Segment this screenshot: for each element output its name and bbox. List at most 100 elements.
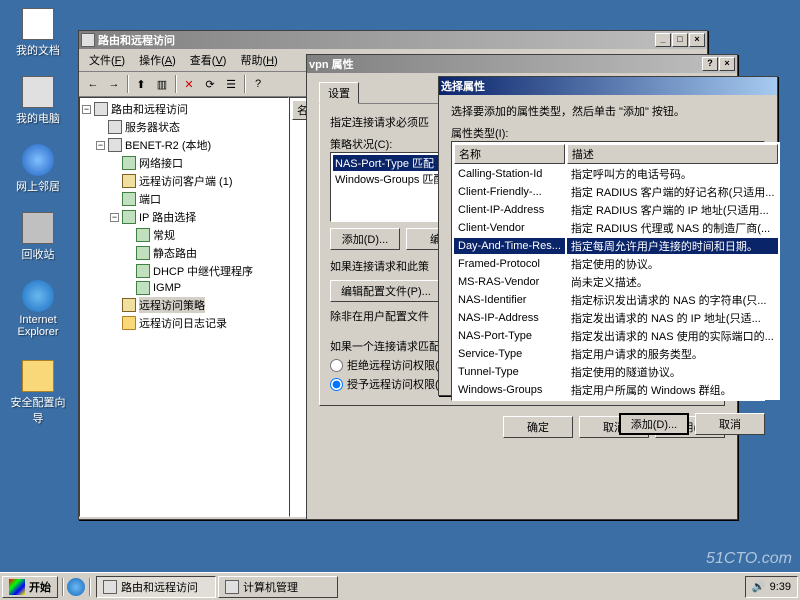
attr-desc: 指定使用的隧道协议。 — [567, 364, 779, 380]
menu-file[interactable]: 文件(F) — [83, 51, 131, 69]
tree-node[interactable]: 远程访问客户端 (1) — [82, 172, 286, 190]
table-row[interactable]: NAS-IP-Address指定发出请求的 NAS 的 IP 地址(只适... — [454, 310, 778, 326]
attr-name: Day-And-Time-Res... — [454, 238, 565, 254]
column-desc[interactable]: 描述 — [567, 144, 779, 164]
table-row[interactable]: NAS-Identifier指定标识发出请求的 NAS 的字符串(只... — [454, 292, 778, 308]
close-button[interactable]: × — [719, 57, 735, 71]
show-hide-button[interactable]: ▥ — [152, 74, 172, 94]
icon-label: 安全配置向导 — [8, 394, 68, 426]
computer-icon — [22, 76, 54, 108]
table-row[interactable]: Client-Friendly-...指定 RADIUS 客户端的好记名称(只适… — [454, 184, 778, 200]
attr-desc: 指定用户请求的服务类型。 — [567, 346, 779, 362]
attr-name: NAS-Port-Type — [454, 328, 565, 344]
desktop-icon-security-wizard[interactable]: 安全配置向导 — [8, 360, 68, 426]
clock: 9:39 — [770, 581, 791, 593]
node-icon — [136, 264, 150, 278]
table-row[interactable]: Day-And-Time-Res...指定每周允许用户连接的时间和日期。 — [454, 238, 778, 254]
tree-node[interactable]: 静态路由 — [82, 244, 286, 262]
attr-desc: 指定标识发出请求的 NAS 的字符串(只... — [567, 292, 779, 308]
start-label: 开始 — [29, 579, 51, 595]
tree-node[interactable]: 常规 — [82, 226, 286, 244]
task-label: 计算机管理 — [243, 579, 298, 595]
table-row[interactable]: Windows-Groups指定用户所属的 Windows 群组。 — [454, 382, 778, 398]
tree-node[interactable]: −IP 路由选择 — [82, 208, 286, 226]
expand-toggle[interactable]: − — [96, 141, 105, 150]
tree-node[interactable]: DHCP 中继代理程序 — [82, 262, 286, 280]
attr-desc: 指定用户所属的 Windows 群组。 — [567, 382, 779, 398]
help-button[interactable]: ? — [248, 74, 268, 94]
node-icon — [94, 102, 108, 116]
table-row[interactable]: MS-RAS-Vendor尚未定义描述。 — [454, 274, 778, 290]
tree-node[interactable]: −路由和远程访问 — [82, 100, 286, 118]
taskbar-task-compmgmt[interactable]: 计算机管理 — [218, 576, 338, 598]
add-condition-button[interactable]: 添加(D)... — [330, 228, 400, 250]
table-row[interactable]: NAS-Port-Type指定发出请求的 NAS 使用的实际端口的... — [454, 328, 778, 344]
maximize-button[interactable]: □ — [672, 33, 688, 47]
attr-desc: 指定 RADIUS 代理或 NAS 的制造厂商(... — [567, 220, 779, 236]
taskbar: 开始 路由和远程访问 计算机管理 🔊 9:39 — [0, 572, 800, 600]
icon-label: Internet Explorer — [8, 314, 68, 338]
node-label: 服务器状态 — [125, 119, 180, 135]
attr-desc: 指定发出请求的 NAS 的 IP 地址(只适... — [567, 310, 779, 326]
tray-icon[interactable]: 🔊 — [752, 580, 766, 593]
start-button[interactable]: 开始 — [2, 576, 58, 598]
tree-node[interactable]: 远程访问策略 — [82, 296, 286, 314]
desktop-icon-recycle[interactable]: 回收站 — [8, 212, 68, 262]
menu-view[interactable]: 查看(V) — [184, 51, 233, 69]
tab-settings[interactable]: 设置 — [319, 82, 359, 104]
node-icon — [136, 281, 150, 295]
node-icon — [122, 192, 136, 206]
tree-view[interactable]: −路由和远程访问服务器状态−BENET-R2 (本地)网络接口远程访问客户端 (… — [79, 97, 289, 517]
tree-node[interactable]: 网络接口 — [82, 154, 286, 172]
menu-action[interactable]: 操作(A) — [133, 51, 182, 69]
delete-button[interactable]: ✕ — [179, 74, 199, 94]
recycle-icon — [22, 212, 54, 244]
attr-desc: 指定每周允许用户连接的时间和日期。 — [567, 238, 779, 254]
back-button[interactable]: ← — [83, 74, 103, 94]
table-row[interactable]: Calling-Station-Id指定呼叫方的电话号码。 — [454, 166, 778, 182]
tree-node[interactable]: IGMP — [82, 280, 286, 296]
desktop-icon-my-documents[interactable]: 我的文档 — [8, 8, 68, 58]
taskbar-task-rras[interactable]: 路由和远程访问 — [96, 576, 216, 598]
system-tray[interactable]: 🔊 9:39 — [745, 576, 798, 598]
column-name[interactable]: 名称 — [454, 144, 565, 164]
desktop-icon-my-computer[interactable]: 我的电脑 — [8, 76, 68, 126]
edit-profile-button[interactable]: 编辑配置文件(P)... — [330, 280, 442, 302]
up-button[interactable]: ⬆ — [131, 74, 151, 94]
refresh-button[interactable]: ⟳ — [200, 74, 220, 94]
close-button[interactable]: × — [689, 33, 705, 47]
expand-toggle[interactable]: − — [110, 213, 119, 222]
icon-label: 我的文档 — [8, 42, 68, 58]
attr-name: Calling-Station-Id — [454, 166, 565, 182]
vpn-titlebar[interactable]: vpn 属性 ? × — [307, 55, 737, 73]
forward-button[interactable]: → — [104, 74, 124, 94]
rras-titlebar[interactable]: 路由和远程访问 _ □ × — [79, 31, 707, 49]
table-row[interactable]: Tunnel-Type指定使用的隧道协议。 — [454, 364, 778, 380]
add-button[interactable]: 添加(D)... — [619, 413, 689, 435]
app-icon — [81, 33, 95, 47]
table-row[interactable]: Client-IP-Address指定 RADIUS 客户端的 IP 地址(只适… — [454, 202, 778, 218]
expand-toggle[interactable]: − — [82, 105, 91, 114]
properties-button[interactable]: ☰ — [221, 74, 241, 94]
select-attr-titlebar[interactable]: 选择属性 — [439, 77, 777, 95]
quicklaunch-ie[interactable] — [67, 578, 85, 596]
desktop-icon-network[interactable]: 网上邻居 — [8, 144, 68, 194]
node-label: 网络接口 — [139, 155, 183, 171]
globe-icon — [22, 144, 54, 176]
tree-node[interactable]: 服务器状态 — [82, 118, 286, 136]
node-icon — [108, 120, 122, 134]
desktop-icon-ie[interactable]: Internet Explorer — [8, 280, 68, 338]
attr-name: NAS-Identifier — [454, 292, 565, 308]
help-button[interactable]: ? — [702, 57, 718, 71]
minimize-button[interactable]: _ — [655, 33, 671, 47]
attr-name: Framed-Protocol — [454, 256, 565, 272]
menu-help[interactable]: 帮助(H) — [234, 51, 283, 69]
table-row[interactable]: Framed-Protocol指定使用的协议。 — [454, 256, 778, 272]
tree-node[interactable]: 远程访问日志记录 — [82, 314, 286, 332]
table-row[interactable]: Client-Vendor指定 RADIUS 代理或 NAS 的制造厂商(... — [454, 220, 778, 236]
cancel-button[interactable]: 取消 — [695, 413, 765, 435]
table-row[interactable]: Service-Type指定用户请求的服务类型。 — [454, 346, 778, 362]
tree-node[interactable]: 端口 — [82, 190, 286, 208]
attribute-list[interactable]: 名称描述 Calling-Station-Id指定呼叫方的电话号码。 Client… — [452, 142, 780, 400]
tree-node[interactable]: −BENET-R2 (本地) — [82, 136, 286, 154]
